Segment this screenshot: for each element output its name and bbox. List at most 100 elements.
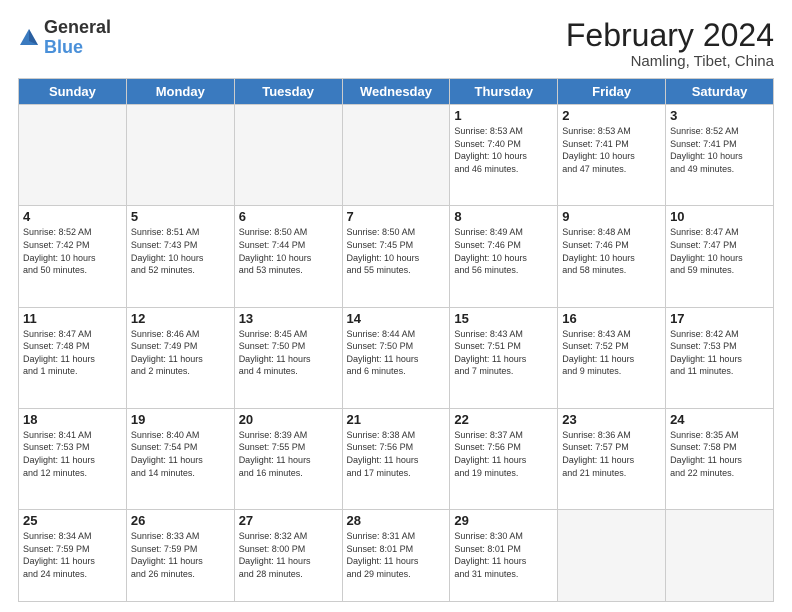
day-number: 6 [239,209,338,224]
day-info: Sunrise: 8:38 AM Sunset: 7:56 PM Dayligh… [347,429,446,479]
calendar-cell: 11 Sunrise: 8:47 AM Sunset: 7:48 PM Dayli… [19,307,127,408]
calendar-cell: 5Sunrise: 8:51 AM Sunset: 7:43 PM Daylig… [126,206,234,307]
calendar-cell: 13 Sunrise: 8:45 AM Sunset: 7:50 PM Dayli… [234,307,342,408]
calendar-cell: 21 Sunrise: 8:38 AM Sunset: 7:56 PM Dayli… [342,408,450,509]
day-info: Sunrise: 8:49 AM Sunset: 7:46 PM Dayligh… [454,226,553,276]
calendar-cell [558,509,666,601]
day-number: 19 [131,412,230,427]
calendar-cell: 8 Sunrise: 8:49 AM Sunset: 7:46 PM Daylig… [450,206,558,307]
day-info: Sunrise: 8:35 AM Sunset: 7:58 PM Dayligh… [670,429,769,479]
day-number: 1 [454,108,553,123]
day-info: Sunrise: 8:30 AM Sunset: 8:01 PM Dayligh… [454,530,553,580]
day-header-friday: Friday [558,79,666,105]
calendar-cell: 26 Sunrise: 8:33 AM Sunset: 7:59 PM Dayli… [126,509,234,601]
header: General Blue February 2024 Namling, Tibe… [18,18,774,70]
logo-general: General [44,17,111,37]
calendar-week-3: 11 Sunrise: 8:47 AM Sunset: 7:48 PM Dayli… [19,307,774,408]
calendar-cell [342,105,450,206]
calendar-header-row: SundayMondayTuesdayWednesdayThursdayFrid… [19,79,774,105]
day-number: 9 [562,209,661,224]
day-number: 10 [670,209,769,224]
day-info: Sunrise: 8:32 AM Sunset: 8:00 PM Dayligh… [239,530,338,580]
day-info: Sunrise: 8:43 AM Sunset: 7:52 PM Dayligh… [562,328,661,378]
calendar-cell: 19 Sunrise: 8:40 AM Sunset: 7:54 PM Dayli… [126,408,234,509]
calendar-cell: 29Sunrise: 8:30 AM Sunset: 8:01 PM Dayli… [450,509,558,601]
calendar-cell [19,105,127,206]
day-number: 27 [239,513,338,528]
calendar-cell: 10 Sunrise: 8:47 AM Sunset: 7:47 PM Dayli… [666,206,774,307]
day-info: Sunrise: 8:44 AM Sunset: 7:50 PM Dayligh… [347,328,446,378]
calendar-cell: 1 Sunrise: 8:53 AM Sunset: 7:40 PM Daylig… [450,105,558,206]
day-header-wednesday: Wednesday [342,79,450,105]
day-number: 16 [562,311,661,326]
calendar-cell: 3 Sunrise: 8:52 AM Sunset: 7:41 PM Daylig… [666,105,774,206]
day-info: Sunrise: 8:47 AM Sunset: 7:48 PM Dayligh… [23,328,122,378]
calendar-cell: 18Sunrise: 8:41 AM Sunset: 7:53 PM Dayli… [19,408,127,509]
calendar-cell: 22 Sunrise: 8:37 AM Sunset: 7:56 PM Dayli… [450,408,558,509]
calendar-cell: 23 Sunrise: 8:36 AM Sunset: 7:57 PM Dayli… [558,408,666,509]
day-info: Sunrise: 8:50 AM Sunset: 7:44 PM Dayligh… [239,226,338,276]
day-info: Sunrise: 8:43 AM Sunset: 7:51 PM Dayligh… [454,328,553,378]
day-number: 2 [562,108,661,123]
calendar-cell: 16 Sunrise: 8:43 AM Sunset: 7:52 PM Dayli… [558,307,666,408]
day-header-tuesday: Tuesday [234,79,342,105]
day-number: 12 [131,311,230,326]
day-number: 14 [347,311,446,326]
day-info: Sunrise: 8:34 AM Sunset: 7:59 PM Dayligh… [23,530,122,580]
day-info: Sunrise: 8:47 AM Sunset: 7:47 PM Dayligh… [670,226,769,276]
day-info: Sunrise: 8:46 AM Sunset: 7:49 PM Dayligh… [131,328,230,378]
day-number: 3 [670,108,769,123]
day-number: 28 [347,513,446,528]
day-info: Sunrise: 8:52 AM Sunset: 7:42 PM Dayligh… [23,226,122,276]
day-number: 21 [347,412,446,427]
day-info: Sunrise: 8:48 AM Sunset: 7:46 PM Dayligh… [562,226,661,276]
calendar-cell: 14 Sunrise: 8:44 AM Sunset: 7:50 PM Dayli… [342,307,450,408]
calendar-week-5: 25Sunrise: 8:34 AM Sunset: 7:59 PM Dayli… [19,509,774,601]
calendar-week-4: 18Sunrise: 8:41 AM Sunset: 7:53 PM Dayli… [19,408,774,509]
day-number: 8 [454,209,553,224]
day-info: Sunrise: 8:53 AM Sunset: 7:40 PM Dayligh… [454,125,553,175]
day-number: 11 [23,311,122,326]
calendar-cell: 2 Sunrise: 8:53 AM Sunset: 7:41 PM Daylig… [558,105,666,206]
calendar-cell: 20Sunrise: 8:39 AM Sunset: 7:55 PM Dayli… [234,408,342,509]
day-info: Sunrise: 8:31 AM Sunset: 8:01 PM Dayligh… [347,530,446,580]
day-number: 23 [562,412,661,427]
day-info: Sunrise: 8:42 AM Sunset: 7:53 PM Dayligh… [670,328,769,378]
calendar-week-1: 1 Sunrise: 8:53 AM Sunset: 7:40 PM Daylig… [19,105,774,206]
day-info: Sunrise: 8:39 AM Sunset: 7:55 PM Dayligh… [239,429,338,479]
day-number: 18 [23,412,122,427]
day-info: Sunrise: 8:37 AM Sunset: 7:56 PM Dayligh… [454,429,553,479]
logo-text: General Blue [44,18,111,58]
calendar-cell: 9 Sunrise: 8:48 AM Sunset: 7:46 PM Daylig… [558,206,666,307]
day-info: Sunrise: 8:51 AM Sunset: 7:43 PM Dayligh… [131,226,230,276]
day-number: 17 [670,311,769,326]
day-info: Sunrise: 8:40 AM Sunset: 7:54 PM Dayligh… [131,429,230,479]
day-info: Sunrise: 8:45 AM Sunset: 7:50 PM Dayligh… [239,328,338,378]
calendar-week-2: 4 Sunrise: 8:52 AM Sunset: 7:42 PM Daylig… [19,206,774,307]
logo-blue: Blue [44,37,83,57]
day-header-saturday: Saturday [666,79,774,105]
calendar-cell: 12 Sunrise: 8:46 AM Sunset: 7:49 PM Dayli… [126,307,234,408]
calendar-cell: 6 Sunrise: 8:50 AM Sunset: 7:44 PM Daylig… [234,206,342,307]
calendar-cell: 7Sunrise: 8:50 AM Sunset: 7:45 PM Daylig… [342,206,450,307]
day-number: 26 [131,513,230,528]
day-number: 22 [454,412,553,427]
day-info: Sunrise: 8:33 AM Sunset: 7:59 PM Dayligh… [131,530,230,580]
day-header-monday: Monday [126,79,234,105]
calendar-cell: 17 Sunrise: 8:42 AM Sunset: 7:53 PM Dayli… [666,307,774,408]
day-info: Sunrise: 8:52 AM Sunset: 7:41 PM Dayligh… [670,125,769,175]
day-header-thursday: Thursday [450,79,558,105]
day-info: Sunrise: 8:50 AM Sunset: 7:45 PM Dayligh… [347,226,446,276]
day-number: 4 [23,209,122,224]
calendar-cell [234,105,342,206]
day-number: 13 [239,311,338,326]
page: General Blue February 2024 Namling, Tibe… [0,0,792,612]
calendar-cell: 27 Sunrise: 8:32 AM Sunset: 8:00 PM Dayli… [234,509,342,601]
location: Namling, Tibet, China [566,53,774,70]
day-number: 15 [454,311,553,326]
day-info: Sunrise: 8:53 AM Sunset: 7:41 PM Dayligh… [562,125,661,175]
day-info: Sunrise: 8:36 AM Sunset: 7:57 PM Dayligh… [562,429,661,479]
calendar-cell: 4 Sunrise: 8:52 AM Sunset: 7:42 PM Daylig… [19,206,127,307]
title-block: February 2024 Namling, Tibet, China [566,18,774,70]
calendar-cell [126,105,234,206]
